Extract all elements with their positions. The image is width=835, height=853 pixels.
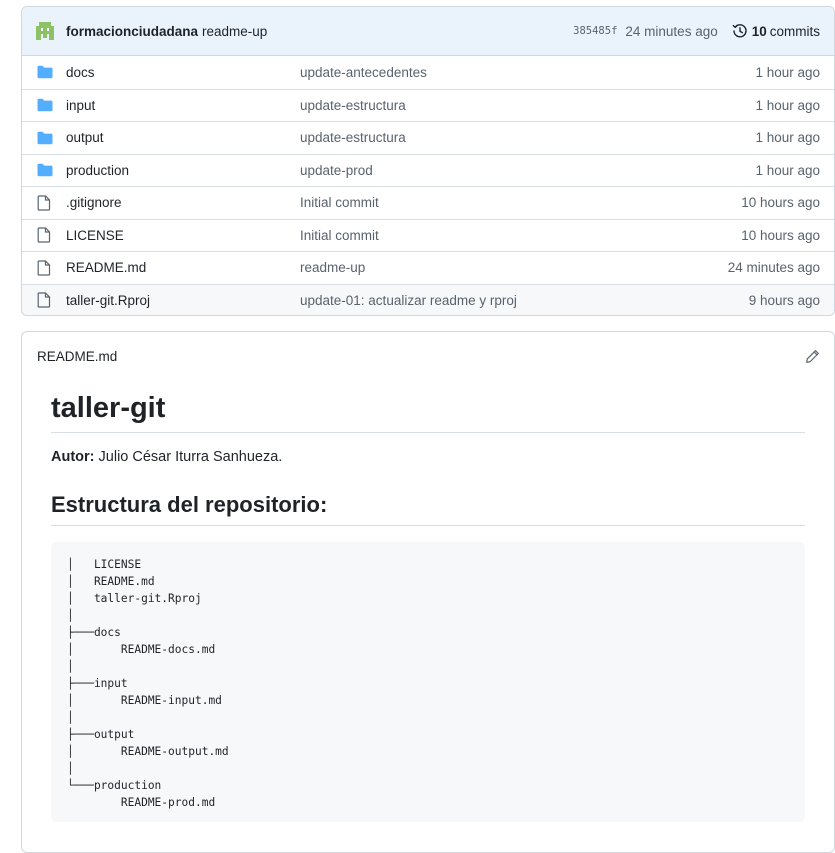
file-row[interactable]: README.md readme-up 24 minutes ago — [22, 251, 834, 284]
readme-title: taller-git — [51, 390, 805, 434]
file-icon — [37, 260, 53, 276]
file-name-link[interactable]: output — [66, 130, 300, 145]
section-heading: Estructura del repositorio: — [51, 491, 805, 526]
file-commit-message-link[interactable]: update-prod — [300, 163, 755, 178]
directory-tree-code: │ LICENSE │ README.md │ taller-git.Rproj… — [51, 541, 805, 822]
file-commit-time: 24 minutes ago — [727, 260, 820, 276]
file-row[interactable]: output update-estructura 1 hour ago — [22, 121, 834, 154]
file-name-link[interactable]: production — [66, 163, 300, 178]
file-row[interactable]: docs update-antecedentes 1 hour ago — [22, 56, 834, 89]
avatar[interactable] — [34, 20, 56, 42]
file-browser: formacionciudadana readme-up 385485f 24 … — [21, 6, 835, 316]
history-icon — [732, 24, 747, 38]
readme-header: README.md — [22, 332, 834, 380]
file-commit-message-link[interactable]: Initial commit — [300, 195, 741, 210]
readme-filename[interactable]: README.md — [37, 349, 805, 364]
file-commit-message-link[interactable]: update-antecedentes — [300, 65, 755, 80]
file-row[interactable]: LICENSE Initial commit 10 hours ago — [22, 218, 834, 252]
file-name-link[interactable]: LICENSE — [66, 228, 300, 243]
edit-button[interactable] — [805, 349, 820, 364]
folder-icon — [37, 131, 53, 145]
file-commit-time: 1 hour ago — [755, 64, 820, 80]
file-commit-message-link[interactable]: readme-up — [300, 260, 728, 275]
author-name: Julio César Iturra Sanhueza. — [94, 449, 283, 466]
file-commit-message-link[interactable]: update-estructura — [300, 130, 755, 145]
commit-author-link[interactable]: formacionciudadana — [66, 24, 198, 39]
file-icon — [37, 195, 53, 211]
author-label: Autor: — [51, 449, 95, 466]
file-row[interactable]: taller-git.Rproj update-01: actualizar re… — [22, 283, 834, 315]
commit-sha-link[interactable]: 385485f — [573, 25, 617, 37]
file-commit-time: 1 hour ago — [755, 162, 820, 178]
readme-author: Autor: Julio César Iturra Sanhueza. — [51, 449, 805, 465]
commit-message-link[interactable]: readme-up — [202, 24, 267, 39]
file-commit-message-link[interactable]: update-estructura — [300, 98, 755, 113]
folder-icon — [37, 65, 53, 79]
file-row[interactable]: production update-prod 1 hour ago — [22, 153, 834, 187]
folder-icon — [37, 98, 53, 112]
readme-panel: README.md taller-git Autor: Julio César … — [21, 331, 835, 853]
file-name-link[interactable]: README.md — [66, 260, 300, 275]
file-icon — [37, 292, 53, 308]
file-commit-time: 1 hour ago — [755, 130, 820, 146]
folder-icon — [37, 163, 53, 177]
commit-time: 24 minutes ago — [625, 23, 718, 39]
file-commit-time: 1 hour ago — [755, 97, 820, 113]
file-name-link[interactable]: docs — [66, 65, 300, 80]
commits-history-link[interactable]: 10 commits — [732, 23, 820, 39]
file-commit-message-link[interactable]: update-01: actualizar readme y rproj — [300, 293, 749, 308]
file-row[interactable]: input update-estructura 1 hour ago — [22, 88, 834, 122]
file-name-link[interactable]: taller-git.Rproj — [66, 293, 300, 308]
readme-content: taller-git Autor: Julio César Iturra San… — [51, 390, 805, 822]
file-commit-message-link[interactable]: Initial commit — [300, 228, 741, 243]
latest-commit-bar: formacionciudadana readme-up 385485f 24 … — [22, 7, 834, 56]
file-list: docs update-antecedentes 1 hour ago input up… — [22, 56, 834, 315]
pencil-icon — [806, 349, 819, 363]
file-commit-time: 9 hours ago — [748, 292, 820, 308]
file-commit-time: 10 hours ago — [741, 195, 820, 211]
file-row[interactable]: .gitignore Initial commit 10 hours ago — [22, 186, 834, 219]
file-commit-time: 10 hours ago — [741, 227, 820, 243]
commits-count: 10 — [751, 23, 767, 39]
file-name-link[interactable]: input — [66, 98, 300, 113]
commits-label: commits — [769, 23, 820, 39]
file-icon — [37, 227, 53, 243]
file-name-link[interactable]: .gitignore — [66, 195, 300, 210]
